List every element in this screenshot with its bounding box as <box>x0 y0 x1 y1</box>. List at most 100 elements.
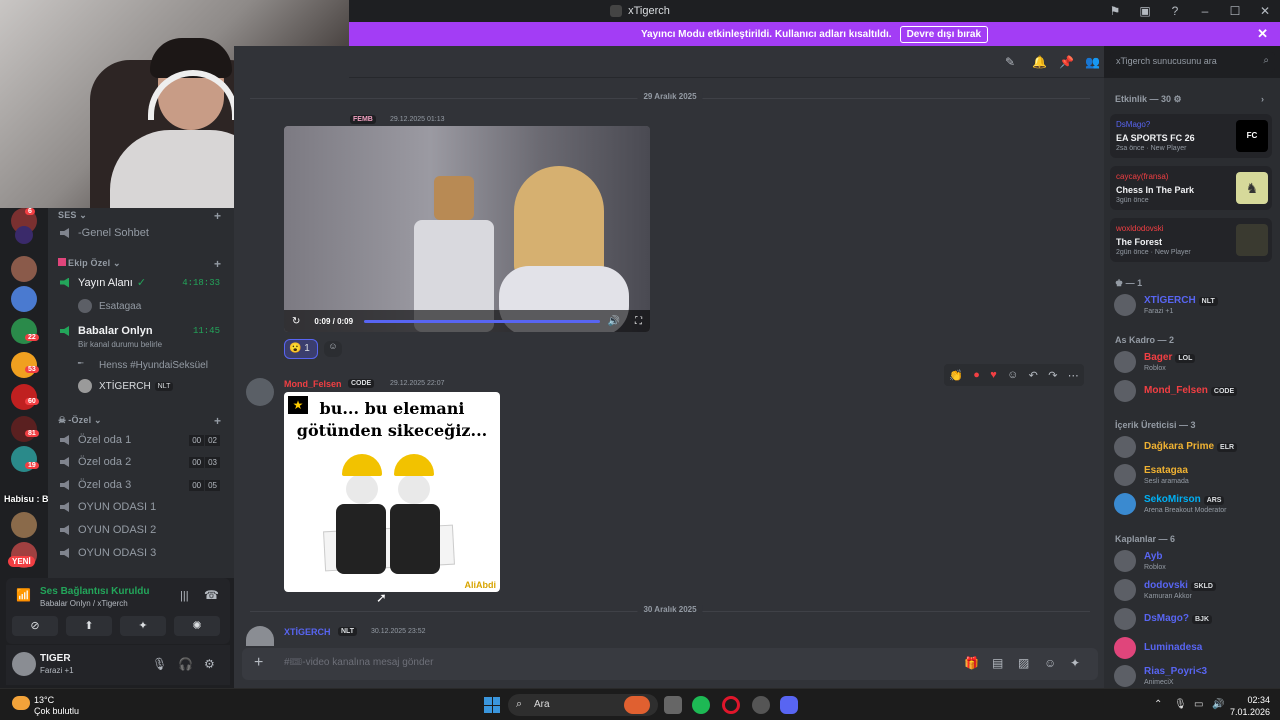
maximize-button[interactable]: ☐ <box>1220 4 1250 18</box>
voice-channel-oda2[interactable]: Özel oda 2 00 03 <box>60 456 230 468</box>
server-icon[interactable] <box>11 512 37 538</box>
add-channel-icon[interactable]: + <box>214 209 221 223</box>
member-item[interactable]: Mond_Felsen CODE <box>1114 378 1278 404</box>
voice-user[interactable]: ╾ Henss #HyundaiSeksüel <box>78 358 208 372</box>
noise-icon[interactable]: ||| <box>180 590 189 602</box>
message-input[interactable]: + #🎟-video kanalına mesaj gönder 🎁 ▤ ▨ ☺… <box>242 648 1098 680</box>
reply-icon[interactable]: ↶ <box>1029 369 1038 382</box>
search-highlight-icon[interactable] <box>624 696 650 714</box>
gift-icon[interactable]: 🎁 <box>964 656 979 670</box>
steam-icon[interactable] <box>752 696 770 714</box>
voice-channel-path[interactable]: Babalar Onlyn / xTigerch <box>40 599 128 608</box>
microphone-icon[interactable]: 🎙 <box>152 657 167 671</box>
spotify-icon[interactable] <box>692 696 710 714</box>
microphone-icon[interactable]: 🎙 <box>1174 699 1187 710</box>
gif-icon[interactable]: ▤ <box>992 656 1003 670</box>
more-icon[interactable]: ⋯ <box>1068 369 1079 382</box>
channel-status[interactable]: Bir kanal durumu belirle <box>78 340 162 349</box>
reaction-icon[interactable]: 👏 <box>949 369 963 382</box>
voice-channel-oyun3[interactable]: OYUN ODASI 3 <box>60 547 230 559</box>
member-item[interactable]: SekoMirson ARS Arena Breakout Moderator <box>1114 491 1278 517</box>
sticker-icon[interactable]: ▨ <box>1018 656 1029 670</box>
volume-icon[interactable]: 🔊 <box>1212 699 1224 710</box>
reaction[interactable]: 😮 1 <box>284 339 318 359</box>
category-ekip[interactable]: Ekip Özel ⌄ + <box>58 257 221 271</box>
weather-desc[interactable]: Çok bulutlu <box>34 706 79 716</box>
server-icon[interactable] <box>11 256 37 282</box>
activities-button[interactable]: ✦ <box>120 616 166 636</box>
search-input[interactable]: xTigerch sunucusunu ara ⌕ <box>1110 52 1275 72</box>
member-item[interactable]: Bager LOL Roblox <box>1114 349 1278 375</box>
voice-channel-oda3[interactable]: Özel oda 3 00 05 <box>60 479 230 491</box>
member-item[interactable]: dodovski SKLD Kamuran Akkor <box>1114 577 1278 603</box>
volume-icon[interactable]: 🔊 <box>608 316 620 327</box>
add-channel-icon[interactable]: + <box>214 414 221 428</box>
task-view-icon[interactable] <box>664 696 682 714</box>
add-reaction-icon[interactable]: ☺ <box>1007 369 1018 381</box>
inbox-icon[interactable]: ⚑ <box>1100 4 1130 18</box>
headphones-icon[interactable]: 🎧 <box>178 657 193 671</box>
member-item[interactable]: Ayb Roblox <box>1114 548 1278 574</box>
reaction-icon[interactable]: ● <box>973 369 980 381</box>
member-item[interactable]: Esatagaa Sesli aramada <box>1114 462 1278 488</box>
pin-icon[interactable]: 📌 <box>1059 55 1074 69</box>
message-author[interactable]: XTİGERCH <box>284 627 331 637</box>
server-icon[interactable] <box>11 286 37 312</box>
message-author[interactable]: Mond_Felsen <box>284 379 342 389</box>
minimize-button[interactable]: – <box>1190 4 1220 18</box>
weather-temp[interactable]: 13°C <box>34 695 54 705</box>
screen-icon[interactable]: ▣ <box>1130 4 1160 18</box>
activity-card[interactable]: caycay(fransa) Chess In The Park 3gün ön… <box>1110 166 1272 210</box>
activity-card[interactable]: woxldodovski The Forest 2gün önce · New … <box>1110 218 1272 262</box>
gif-embed[interactable]: ★ bu... bu elemani götünden sikeceğiz... … <box>284 392 500 592</box>
avatar[interactable] <box>246 378 274 406</box>
notifications-icon[interactable]: 🔔 <box>1032 55 1047 69</box>
settings-icon[interactable]: ⚙ <box>204 657 215 671</box>
member-item[interactable]: XTİGERCH NLT Farazi +1 <box>1114 292 1278 318</box>
category-ses[interactable]: SES ⌄ + <box>58 209 221 223</box>
screen-share-button[interactable]: ⬆ <box>66 616 112 636</box>
discord-icon[interactable] <box>780 696 798 714</box>
video-embed[interactable]: ↻ 0:09 / 0:09 🔊 ⛶ <box>284 126 650 332</box>
help-icon[interactable]: ? <box>1160 4 1190 18</box>
display-icon[interactable]: ▭ <box>1194 699 1203 710</box>
opera-icon[interactable] <box>722 696 740 714</box>
clock[interactable]: 02:34 7.01.2026 <box>1230 694 1270 718</box>
video-progress[interactable] <box>364 320 600 323</box>
activity-header[interactable]: Etkinlik — 30 ⚙ › <box>1115 94 1264 105</box>
forward-icon[interactable]: ↷ <box>1048 369 1057 382</box>
member-item[interactable]: Dağkara Prime ELR <box>1114 434 1278 460</box>
disable-streamer-mode-button[interactable]: Devre dışı bırak <box>899 25 989 43</box>
voice-user[interactable]: Esatagaa <box>78 299 141 313</box>
add-reaction-icon[interactable]: ☺ <box>324 341 342 357</box>
add-channel-icon[interactable]: + <box>214 257 221 271</box>
avatar[interactable] <box>12 652 36 676</box>
voice-channel-oyun1[interactable]: OYUN ODASI 1 <box>60 501 230 513</box>
voice-channel-babalar[interactable]: Babalar Onlyn 11:45 <box>60 325 230 337</box>
upload-icon[interactable]: + <box>254 654 263 672</box>
heart-icon[interactable]: ♥ <box>990 369 997 381</box>
close-button[interactable]: ✕ <box>1250 4 1280 18</box>
fullscreen-icon[interactable]: ⛶ <box>635 316 642 327</box>
member-item[interactable]: Rias_Poyri<3 AnimeciX <box>1114 663 1278 688</box>
start-button[interactable] <box>484 697 500 713</box>
activity-card[interactable]: DsMago? EA SPORTS FC 26 2sa önce · New P… <box>1110 114 1272 158</box>
apps-icon[interactable]: ✦ <box>1070 656 1080 670</box>
voice-status[interactable]: Ses Bağlantısı Kuruldu <box>40 586 149 597</box>
threads-icon[interactable]: ✎ <box>1005 55 1015 69</box>
voice-user[interactable]: XTİGERCH NLT <box>78 379 174 393</box>
server-icon[interactable] <box>11 384 37 410</box>
avatar[interactable] <box>246 626 274 646</box>
close-banner-icon[interactable]: ✕ <box>1257 26 1268 42</box>
members-icon[interactable]: 👥 <box>1085 55 1100 69</box>
voice-channel-genel[interactable]: -Genel Sohbet <box>60 227 230 239</box>
voice-channel-yayin[interactable]: Yayın Alanı ✓ 4:18:33 <box>60 276 230 289</box>
tray-chevron-icon[interactable]: ⌃ <box>1154 699 1162 710</box>
server-icon[interactable] <box>11 352 37 378</box>
member-item[interactable]: DsMago? BJK <box>1114 606 1278 632</box>
server-icon[interactable] <box>11 416 37 442</box>
new-badge[interactable]: YENİ <box>8 556 35 567</box>
username[interactable]: TIGER <box>40 653 71 664</box>
disconnect-icon[interactable]: ☎ <box>204 588 219 602</box>
camera-off-button[interactable]: ⊘ <box>12 616 58 636</box>
